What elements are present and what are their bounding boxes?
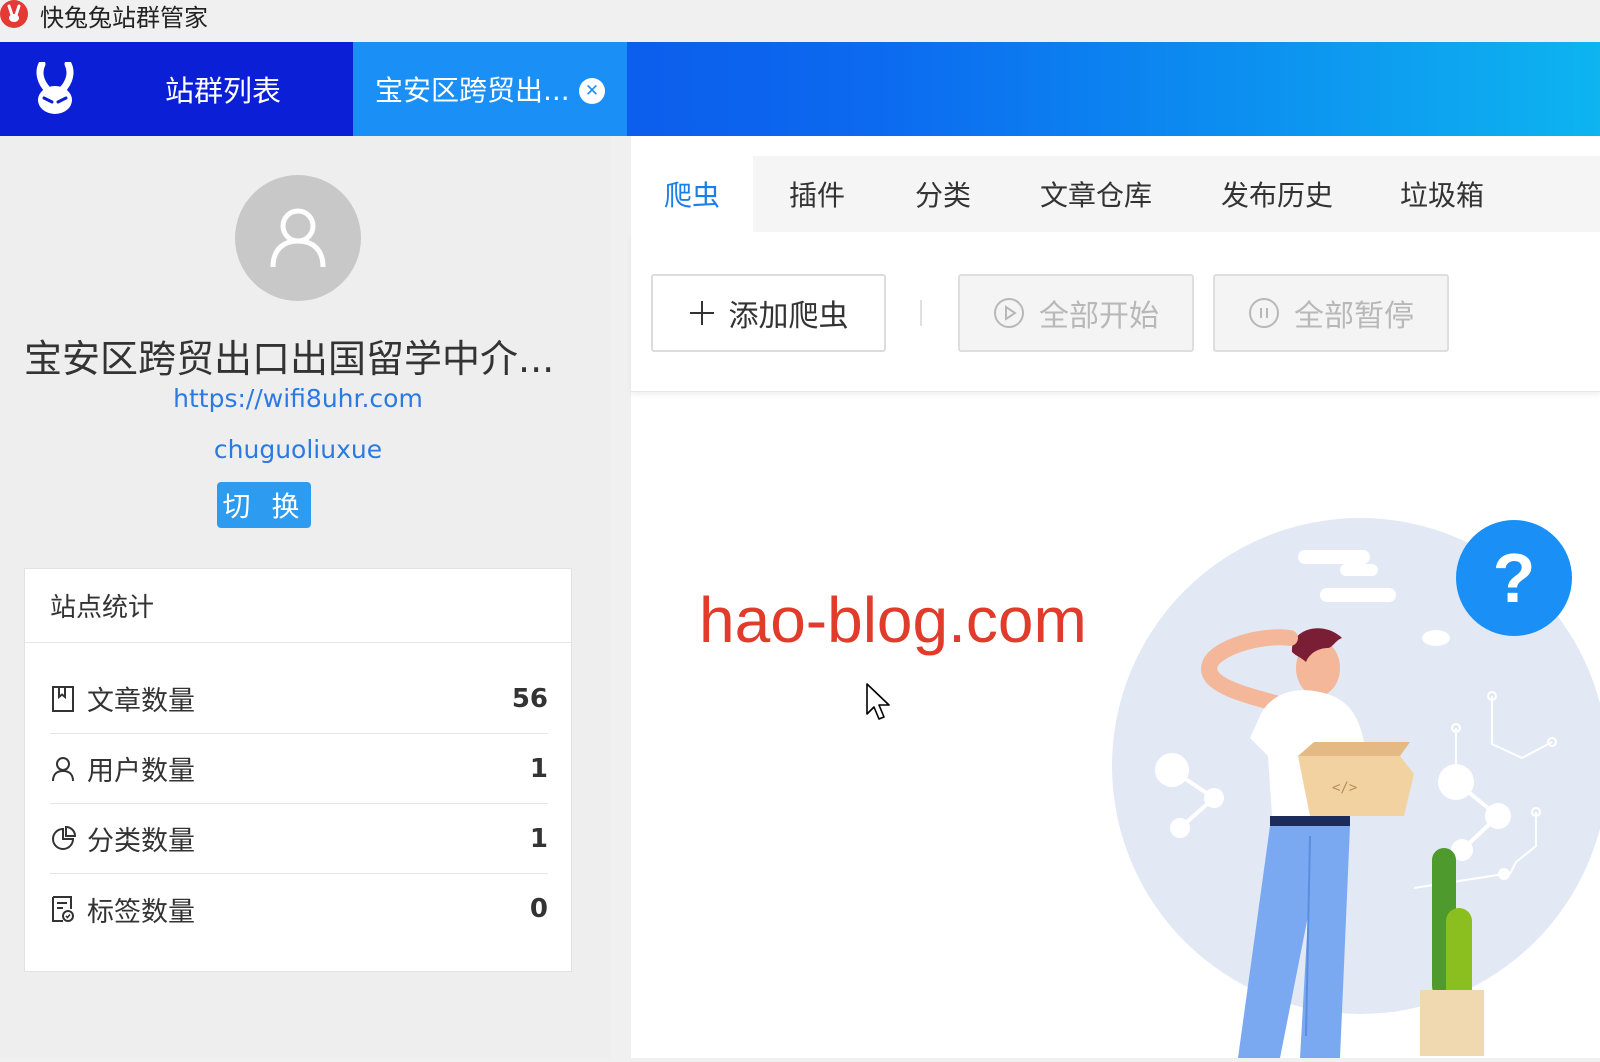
site-info-panel: 宝安区跨贸出口出国留学中介... https://wifi8uhr.com ch… [0, 136, 611, 1058]
tab-crawler[interactable]: 爬虫 [631, 156, 753, 232]
top-navigation: 站群列表 宝安区跨贸出... ✕ [0, 42, 1600, 136]
start-all-button[interactable]: 全部开始 [958, 274, 1194, 352]
stats-row-users: 用户数量 1 [50, 734, 548, 804]
plus-icon [689, 300, 715, 326]
site-stats-card: 站点统计 文章数量 56 用户数量 1 分类数量 1 标签数量 0 [24, 568, 572, 972]
tab-trash[interactable]: 垃圾箱 [1367, 156, 1517, 232]
mouse-cursor-icon [865, 682, 891, 726]
tab-article-repository[interactable]: 文章仓库 [1005, 156, 1187, 232]
tab-plugins[interactable]: 插件 [753, 156, 881, 232]
pause-all-label: 全部暂停 [1294, 299, 1414, 334]
rabbit-logo-icon[interactable] [0, 42, 110, 136]
svg-text:</>: </> [1332, 780, 1357, 796]
site-url-link[interactable]: https://wifi8uhr.com [0, 384, 596, 413]
site-name: 宝安区跨贸出口出国留学中介... [24, 337, 555, 381]
stats-label: 文章数量 [87, 686, 195, 717]
tab-publish-history[interactable]: 发布历史 [1187, 156, 1367, 232]
pie-chart-icon [50, 825, 76, 853]
tab-current-site[interactable]: 宝安区跨贸出... ✕ [353, 42, 627, 136]
app-rabbit-icon [0, 0, 28, 28]
site-list-tab[interactable]: 站群列表 [110, 42, 353, 136]
start-all-label: 全部开始 [1039, 299, 1159, 334]
add-crawler-label: 添加爬虫 [728, 299, 849, 334]
window-titlebar: 快兔兔站群管家 [0, 0, 1600, 42]
stats-value: 0 [529, 894, 548, 924]
toolbar-divider [920, 300, 922, 326]
stats-label: 用户数量 [87, 756, 195, 787]
pause-all-button[interactable]: 全部暂停 [1213, 274, 1449, 352]
tag-document-icon [50, 895, 76, 923]
pause-circle-icon [1248, 297, 1280, 329]
switch-site-button[interactable]: 切 换 [217, 482, 311, 528]
user-icon [270, 208, 326, 268]
stats-row-articles: 文章数量 56 [50, 664, 548, 734]
stats-value: 1 [529, 823, 548, 854]
stats-label: 分类数量 [87, 826, 195, 857]
user-icon [50, 755, 76, 783]
window-title: 快兔兔站群管家 [40, 3, 208, 32]
tab-categories[interactable]: 分类 [881, 156, 1005, 232]
stats-row-categories: 分类数量 1 [50, 804, 548, 874]
add-crawler-button[interactable]: 添加爬虫 [651, 274, 886, 352]
content-tabs: 爬虫 插件 分类 文章仓库 发布历史 垃圾箱 [631, 156, 1600, 232]
stats-row-tags: 标签数量 0 [50, 874, 548, 944]
stats-title: 站点统计 [25, 569, 571, 643]
stats-value: 1 [529, 753, 548, 784]
stats-value: 56 [511, 683, 548, 714]
watermark-text: hao-blog.com [699, 584, 1087, 656]
main-content: 爬虫 插件 分类 文章仓库 发布历史 垃圾箱 添加爬虫 全部开始 全部暂停 </… [631, 136, 1600, 1058]
stats-label: 标签数量 [87, 896, 195, 928]
avatar [235, 175, 361, 301]
help-button[interactable]: ? [1456, 520, 1572, 636]
book-icon [50, 685, 76, 713]
site-username-link[interactable]: chuguoliuxue [0, 435, 596, 464]
tab-current-site-label: 宝安区跨贸出... [375, 74, 570, 107]
play-circle-icon [993, 297, 1025, 329]
close-icon[interactable]: ✕ [579, 78, 605, 104]
crawler-toolbar: 添加爬虫 全部开始 全部暂停 [631, 232, 1600, 392]
